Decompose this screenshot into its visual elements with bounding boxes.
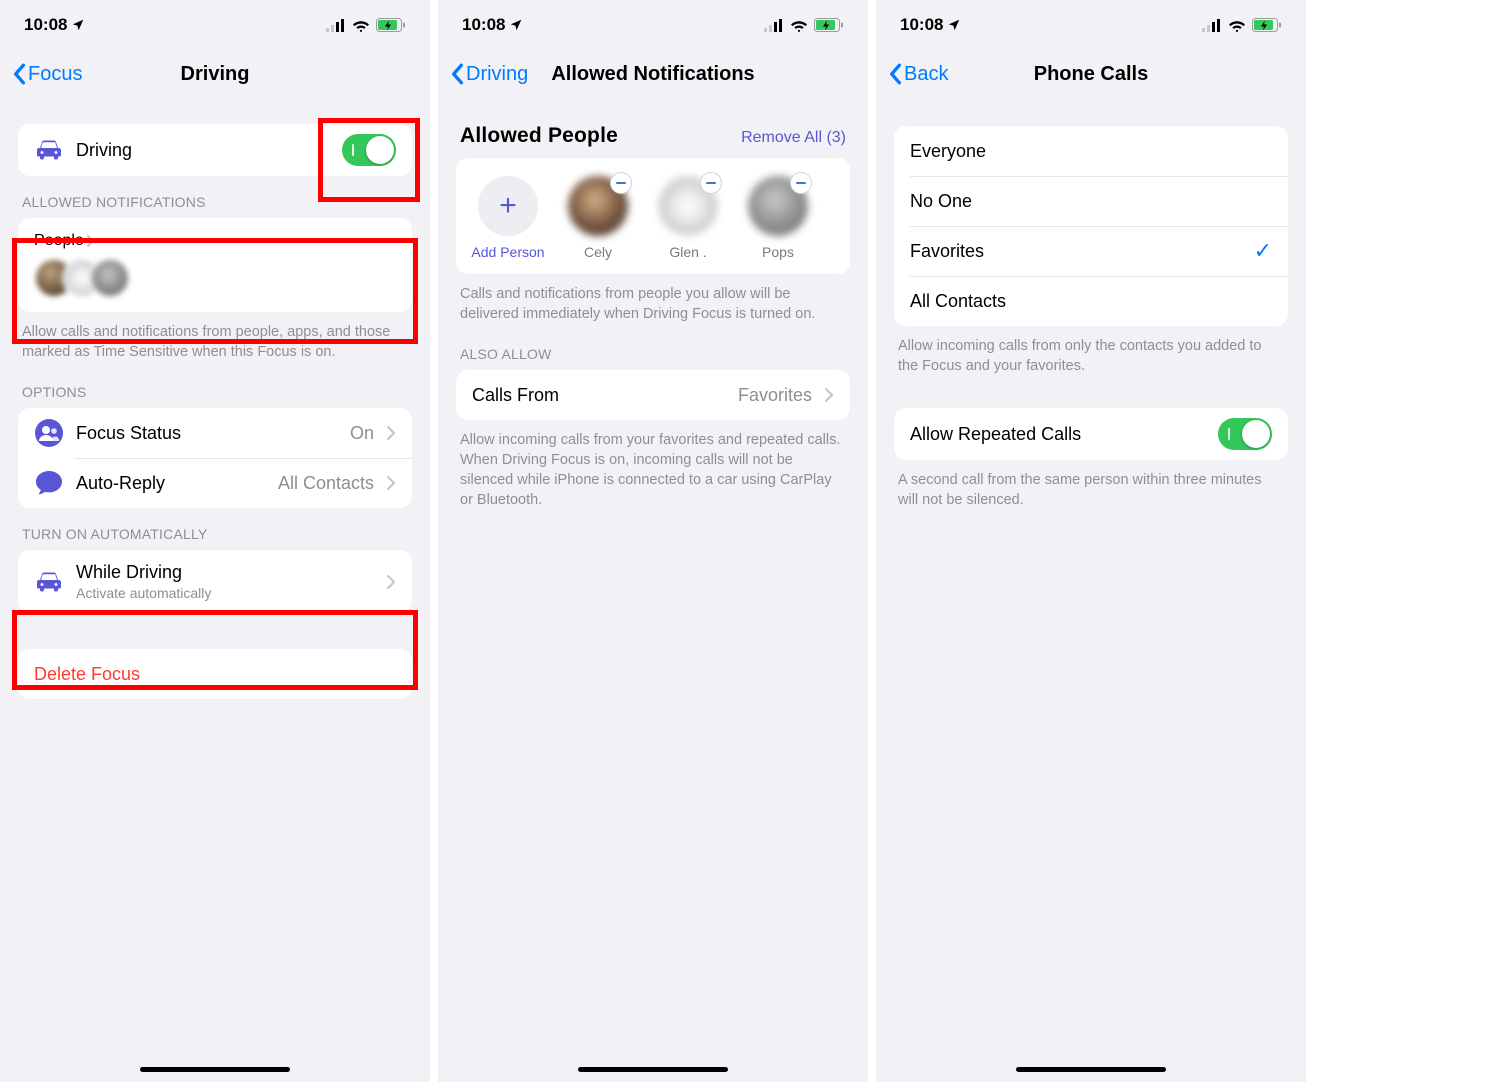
chevron-right-icon: [824, 387, 834, 403]
status-time: 10:08: [900, 15, 943, 35]
status-bar: 10:08: [438, 0, 868, 50]
screen-driving: 10:08 Focus Driving Driving ALLOWED: [0, 0, 430, 1082]
allowed-people-header: Allowed People: [460, 124, 618, 148]
back-button[interactable]: Driving: [446, 63, 532, 86]
wifi-icon: [352, 19, 370, 32]
allowed-footer: Allow calls and notifications from peopl…: [18, 312, 412, 366]
call-option-label: Favorites: [910, 241, 1242, 262]
back-label: Driving: [466, 63, 528, 86]
repeated-calls-footer: A second call from the same person withi…: [894, 460, 1288, 514]
person-item[interactable]: Pops: [742, 176, 814, 260]
wifi-icon: [1228, 19, 1246, 32]
allowed-people-footer: Calls and notifications from people you …: [456, 274, 850, 328]
location-icon: [71, 18, 85, 32]
section-also-allow-header: ALSO ALLOW: [456, 328, 850, 370]
screen-allowed-notifications: 10:08 Driving Allowed Notifications Allo…: [438, 0, 868, 1082]
auto-reply-label: Auto-Reply: [76, 473, 266, 494]
chevron-left-icon: [888, 63, 902, 85]
add-person-button[interactable]: + Add Person: [472, 176, 544, 260]
location-icon: [947, 18, 961, 32]
driving-toggle-row[interactable]: Driving: [18, 124, 412, 176]
status-bar: 10:08: [876, 0, 1306, 50]
person-name: Pops: [762, 244, 794, 260]
section-auto-header: TURN ON AUTOMATICALLY: [18, 508, 412, 550]
auto-reply-value: All Contacts: [278, 473, 374, 494]
call-option-row[interactable]: No One: [894, 176, 1288, 226]
wifi-icon: [790, 19, 808, 32]
home-indicator: [578, 1067, 728, 1072]
call-option-label: Everyone: [910, 141, 1272, 162]
remove-person-icon[interactable]: [610, 172, 632, 194]
location-icon: [509, 18, 523, 32]
back-button[interactable]: Back: [884, 63, 952, 86]
section-options-header: OPTIONS: [18, 366, 412, 408]
car-icon: [34, 567, 64, 597]
battery-icon: [376, 18, 406, 32]
chevron-right-icon: [86, 235, 94, 247]
call-option-row[interactable]: All Contacts: [894, 276, 1288, 326]
back-label: Back: [904, 63, 948, 86]
person-item[interactable]: Cely: [562, 176, 634, 260]
home-indicator: [1016, 1067, 1166, 1072]
battery-icon: [814, 18, 844, 32]
allow-repeated-calls-label: Allow Repeated Calls: [910, 424, 1206, 445]
remove-all-button[interactable]: Remove All (3): [741, 129, 846, 147]
people-label: People: [34, 232, 84, 250]
back-label: Focus: [28, 63, 82, 86]
checkmark-icon: ✓: [1254, 238, 1272, 264]
while-driving-row[interactable]: While Driving Activate automatically: [18, 550, 412, 613]
status-time: 10:08: [24, 15, 67, 35]
calls-from-label: Calls From: [472, 385, 726, 406]
avatar: [90, 258, 130, 298]
plus-icon: +: [478, 176, 538, 236]
chevron-right-icon: [386, 475, 396, 491]
driving-toggle[interactable]: [342, 134, 396, 166]
delete-focus-button[interactable]: Delete Focus: [18, 649, 412, 699]
calls-from-row[interactable]: Calls From Favorites: [456, 370, 850, 420]
people-avatar-cluster: [34, 256, 118, 298]
person-name: Glen .: [669, 244, 706, 260]
screen-phone-calls: 10:08 Back Phone Calls EveryoneNo OneFav…: [876, 0, 1306, 1082]
allow-repeated-calls-toggle[interactable]: [1218, 418, 1272, 450]
delete-focus-label: Delete Focus: [34, 664, 140, 685]
call-option-label: No One: [910, 191, 1272, 212]
allow-repeated-calls-row[interactable]: Allow Repeated Calls: [894, 408, 1288, 460]
car-icon: [34, 135, 64, 165]
remove-person-icon[interactable]: [790, 172, 812, 194]
chevron-right-icon: [386, 425, 396, 441]
section-allowed-header: ALLOWED NOTIFICATIONS: [18, 176, 412, 218]
phone-calls-footer: Allow incoming calls from only the conta…: [894, 326, 1288, 380]
focus-status-row[interactable]: Focus Status On: [18, 408, 412, 458]
back-button[interactable]: Focus: [8, 63, 86, 86]
chevron-right-icon: [386, 574, 396, 590]
call-option-label: All Contacts: [910, 291, 1272, 312]
call-option-row[interactable]: Everyone: [894, 126, 1288, 176]
call-option-row[interactable]: Favorites ✓: [894, 226, 1288, 276]
battery-icon: [1252, 18, 1282, 32]
focus-status-value: On: [350, 423, 374, 444]
chevron-left-icon: [12, 63, 26, 85]
remove-person-icon[interactable]: [700, 172, 722, 194]
driving-label: Driving: [76, 140, 330, 161]
cellular-icon: [326, 19, 346, 32]
calls-from-footer: Allow incoming calls from your favorites…: [456, 420, 850, 514]
calls-from-value: Favorites: [738, 385, 812, 406]
chevron-left-icon: [450, 63, 464, 85]
focus-status-label: Focus Status: [76, 423, 338, 444]
auto-reply-row[interactable]: Auto-Reply All Contacts: [18, 458, 412, 508]
while-driving-sub: Activate automatically: [76, 585, 374, 601]
while-driving-label: While Driving: [76, 562, 374, 583]
people-row[interactable]: People: [18, 218, 412, 312]
cellular-icon: [1202, 19, 1222, 32]
home-indicator: [140, 1067, 290, 1072]
person-name: Cely: [584, 244, 612, 260]
speech-bubble-icon: [34, 468, 64, 498]
add-person-label: Add Person: [471, 244, 544, 260]
cellular-icon: [764, 19, 784, 32]
person-item[interactable]: Glen .: [652, 176, 724, 260]
status-bar: 10:08: [0, 0, 430, 50]
people-icon: [34, 418, 64, 448]
status-time: 10:08: [462, 15, 505, 35]
